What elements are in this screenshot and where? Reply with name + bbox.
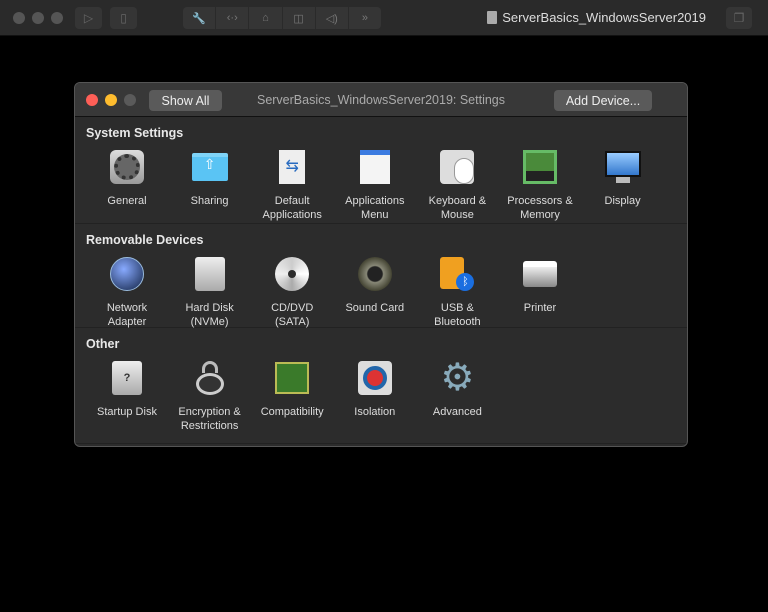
section-title: Other <box>86 337 120 351</box>
section-title: System Settings <box>86 126 184 140</box>
item-label-line2: Mouse <box>440 209 474 221</box>
item-label-line2: (NVMe) <box>190 316 229 328</box>
item-label: Sharing <box>190 195 229 207</box>
minimize-window-button[interactable] <box>32 12 44 24</box>
windows-icon: ❐ <box>733 11 745 25</box>
isolation-icon <box>357 360 393 396</box>
settings-item-hard-disk[interactable]: Hard Disk (NVMe) <box>169 256 251 329</box>
document-icon <box>487 11 498 24</box>
settings-item-isolation[interactable]: Isolation <box>334 360 416 419</box>
item-label: Sound Card <box>345 302 405 314</box>
add-device-button[interactable]: Add Device... <box>554 90 652 111</box>
settings-item-printer[interactable]: Printer <box>499 256 581 315</box>
printer-icon <box>522 256 558 292</box>
usb-icon[interactable]: ◫ <box>283 7 316 29</box>
item-label-line2: Menu <box>361 209 389 221</box>
gear-icon: ⚙ <box>440 357 475 399</box>
app-menu-icon <box>357 149 393 185</box>
item-label: Network <box>106 302 148 314</box>
cpu-memory-icon <box>522 149 558 185</box>
section-other: Other? Startup Disk Encryption & Restrictio… <box>75 328 687 444</box>
cd-disc-icon <box>274 256 310 292</box>
vm-title: ServerBasics_WindowsServer2019 <box>487 10 706 25</box>
settings-item-applications[interactable]: Applications Menu <box>334 149 416 222</box>
item-label-line2: Bluetooth <box>434 316 481 328</box>
sound-icon[interactable]: ◁) <box>316 7 349 29</box>
settings-window: ServerBasics_WindowsServer2019: Settings… <box>74 82 688 447</box>
disk-icon[interactable]: ⌂ <box>249 7 283 29</box>
item-label-line2: Adapter <box>107 316 147 328</box>
device-toolbar: 🔧 ‹·› ⌂ ◫ ◁) » <box>183 7 381 29</box>
settings-wrench-icon[interactable]: 🔧 <box>183 7 217 29</box>
item-label: General <box>107 195 147 207</box>
settings-item-cd-dvd[interactable]: CD/DVD (SATA) <box>251 256 333 329</box>
item-label: Printer <box>523 302 557 314</box>
settings-item-usb[interactable]: ᛒ USB & Bluetooth <box>416 256 498 329</box>
settings-item-processors[interactable]: Processors & Memory <box>499 149 581 222</box>
network-icon[interactable]: ‹·› <box>216 7 250 29</box>
settings-item-display[interactable]: Display <box>582 149 664 208</box>
more-icon[interactable]: » <box>349 7 381 29</box>
snapshot-icon: ▯ <box>120 11 127 25</box>
item-label: Processors & <box>507 195 573 207</box>
settings-item-startup-disk[interactable]: ? Startup Disk <box>86 360 168 419</box>
hard-disk-icon <box>192 256 228 292</box>
settings-item-advanced[interactable]: ⚙ Advanced <box>416 357 498 419</box>
document-arrows-icon: ⇆ <box>274 149 310 185</box>
monitor-icon <box>604 149 641 185</box>
vm-title-text: ServerBasics_WindowsServer2019 <box>502 10 706 25</box>
show-all-button[interactable]: Show All <box>149 90 222 111</box>
settings-item-sharing[interactable]: ⇧ Sharing <box>169 149 251 208</box>
item-label: Advanced <box>432 406 482 418</box>
item-label: CD/DVD <box>271 302 314 314</box>
padlock-icon <box>192 360 228 396</box>
item-label-line2: Applications <box>262 209 322 221</box>
item-label: Hard Disk <box>185 302 234 314</box>
item-label: USB & <box>440 302 474 314</box>
windows-button[interactable]: ❐ <box>726 7 752 29</box>
play-icon: ▷ <box>83 11 94 25</box>
play-button[interactable]: ▷ <box>75 7 102 29</box>
settings-item-encryption[interactable]: Encryption & Restrictions <box>169 360 251 433</box>
gear-icon <box>109 149 145 185</box>
item-label: Compatibility <box>260 406 324 418</box>
item-label: Encryption & <box>178 406 241 418</box>
usb-bluetooth-icon: ᛒ <box>439 256 475 292</box>
item-label-line2: (SATA) <box>274 316 310 328</box>
section-system-settings: System Settings General ⇧ Sharing ⇆ Default Ap… <box>75 117 687 224</box>
startup-disk-icon: ? <box>109 360 145 396</box>
section-title: Removable Devices <box>86 233 204 247</box>
item-label: Startup Disk <box>97 406 157 418</box>
speaker-icon <box>357 256 393 292</box>
section-removable-devices: Removable Devices Network Adapter Hard Disk… <box>75 224 687 328</box>
settings-item-network[interactable]: Network Adapter <box>86 256 168 329</box>
vm-toolbar: ▷ ▯ 🔧 ‹·› ⌂ ◫ ◁) » ServerBasics_WindowsS… <box>0 0 768 36</box>
circuit-board-icon <box>274 360 310 396</box>
item-label: Keyboard & <box>428 195 487 207</box>
settings-item-sound-card[interactable]: Sound Card <box>334 256 416 315</box>
snapshot-button[interactable]: ▯ <box>110 7 137 29</box>
close-window-button[interactable] <box>13 12 25 24</box>
settings-item-general[interactable]: General <box>86 149 168 208</box>
settings-item-keyboard[interactable]: Keyboard & Mouse <box>416 149 498 222</box>
item-label-line2: Memory <box>520 209 560 221</box>
item-label: Display <box>604 195 641 207</box>
item-label: Default <box>274 195 310 207</box>
item-label: Isolation <box>354 406 396 418</box>
settings-item-compatibility[interactable]: Compatibility <box>251 360 333 419</box>
zoom-window-button[interactable] <box>51 12 63 24</box>
item-label: Applications <box>345 195 405 207</box>
settings-titlebar: ServerBasics_WindowsServer2019: Settings… <box>75 83 687 117</box>
mouse-icon <box>439 149 475 185</box>
folder-share-icon: ⇧ <box>191 149 228 185</box>
settings-item-default[interactable]: ⇆ Default Applications <box>251 149 333 222</box>
item-label-line2: Restrictions <box>180 420 239 432</box>
globe-icon <box>109 256 145 292</box>
